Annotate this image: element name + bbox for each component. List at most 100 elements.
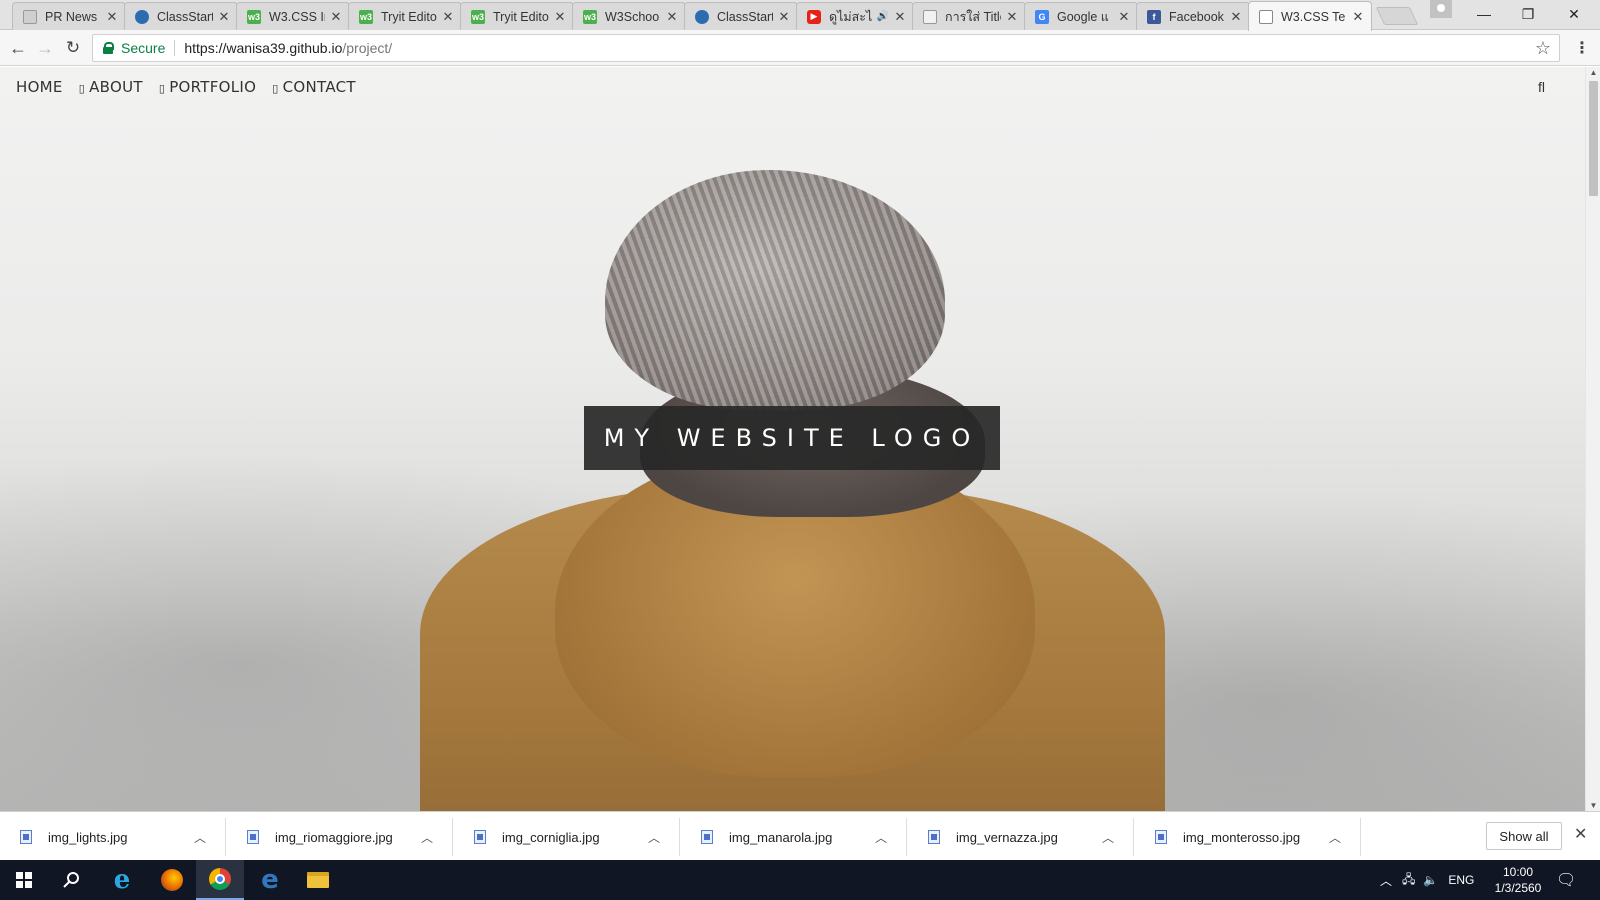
edge-icon[interactable]: e [246,860,294,900]
nav-contact[interactable]: ▯ CONTACT [272,78,356,96]
nav-about[interactable]: ▯ ABOUT [79,78,143,96]
image-file-icon [1155,830,1167,844]
nav-home[interactable]: HOME [16,78,63,96]
close-tab-icon[interactable]: ✕ [665,9,679,25]
restore-icon[interactable]: ❐ [1506,0,1550,28]
lock-icon [103,42,114,54]
forward-arrow-icon[interactable]: → [33,36,57,60]
chevron-up-icon[interactable]: ︿ [1095,829,1121,846]
tab-title: W3.CSS In [269,9,325,24]
tab-pr-news[interactable]: PR News ✕ [12,2,126,30]
language-indicator[interactable]: ENG [1448,873,1474,887]
show-all-button[interactable]: Show all [1486,822,1562,850]
download-filename: img_riomaggiore.jpg [275,829,393,845]
firefox-icon[interactable] [148,860,196,900]
close-tab-icon[interactable]: ✕ [441,9,455,25]
close-tab-icon[interactable]: ✕ [329,9,343,25]
chevron-up-icon[interactable]: ︿ [414,829,440,846]
page-icon [923,9,937,24]
tab-title-thai[interactable]: การใส่ Title ✕ [912,2,1026,30]
tab-w3schools[interactable]: w3 W3Schoo ✕ [572,2,686,30]
chrome-icon[interactable] [196,860,244,900]
tab-w3css-intro[interactable]: w3 W3.CSS In ✕ [236,2,350,30]
download-item[interactable]: img_manarola.jpg ︿ [681,818,907,856]
bookmark-star-icon[interactable]: ☆ [1535,38,1551,59]
clock-time: 10:00 [1502,865,1534,879]
nav-label: ABOUT [89,78,143,96]
download-item[interactable]: img_lights.jpg ︿ [0,818,226,856]
close-tab-icon[interactable]: ✕ [105,9,119,25]
tab-title: ClassStart [717,9,773,24]
download-filename: img_manarola.jpg [729,829,833,845]
download-item[interactable]: img_corniglia.jpg ︿ [454,818,680,856]
tab-title: Google แ [1057,9,1109,24]
internet-explorer-icon[interactable]: e [98,860,146,900]
tab-title: W3Schoo [605,9,660,24]
chevron-up-icon[interactable]: ︿ [641,829,667,846]
chevron-up-icon[interactable]: ︿ [1322,829,1348,846]
nav-portfolio[interactable]: ▯ PORTFOLIO [159,78,256,96]
file-explorer-icon[interactable] [294,860,342,900]
reload-icon[interactable]: ↻ [61,36,85,60]
download-item[interactable]: img_monterosso.jpg ︿ [1135,818,1361,856]
tab-classstart-2[interactable]: ClassStart ✕ [684,2,798,30]
url-path: /project/ [342,40,393,56]
chevron-up-icon[interactable]: ︿ [868,829,894,846]
tab-tryit-editor-2[interactable]: w3 Tryit Edito ✕ [460,2,574,30]
tab-google[interactable]: G Google แ ✕ [1024,2,1138,30]
chevron-up-icon[interactable]: ︿ [1380,872,1392,889]
close-shelf-icon[interactable]: ✕ [1574,824,1587,844]
w3-icon: w3 [359,9,373,24]
image-file-icon [928,830,940,844]
scroll-up-icon[interactable]: ▲ [1586,68,1600,77]
w3-icon: w3 [247,9,261,24]
close-tab-icon[interactable]: ✕ [1005,9,1019,25]
minimize-icon[interactable]: — [1462,0,1506,28]
close-tab-icon[interactable]: ✕ [893,9,907,25]
more-menu-icon[interactable]: ⋮ [1574,36,1590,60]
scrollbar-thumb[interactable] [1589,81,1598,196]
tab-title: PR News [45,9,98,24]
nav-label: CONTACT [282,78,356,96]
volume-icon[interactable]: 🔈 [1423,873,1438,887]
download-item[interactable]: img_vernazza.jpg ︿ [908,818,1134,856]
tab-title: ดูไม่สะไ [829,9,873,24]
taskbar-clock[interactable]: 10:00 1/3/2560 [1488,864,1548,896]
tab-tryit-editor-1[interactable]: w3 Tryit Edito ✕ [348,2,462,30]
scroll-down-icon[interactable]: ▼ [1586,801,1600,810]
network-icon[interactable]: 🖧 [1402,870,1415,891]
chevron-up-icon[interactable]: ︿ [187,829,213,846]
close-window-icon[interactable]: ✕ [1552,0,1596,28]
tab-classstart[interactable]: ClassStart ✕ [124,2,238,30]
close-tab-icon[interactable]: ✕ [777,9,791,25]
action-center-icon[interactable]: 🗨 [1556,860,1576,900]
tab-title: การใส่ Title [945,9,1001,24]
windows-start-icon[interactable] [0,860,48,900]
back-arrow-icon[interactable]: ← [6,36,30,60]
search-icon[interactable] [48,860,96,900]
url-host: https://wanisa39.github.io [184,40,343,56]
download-filename: img_corniglia.jpg [502,829,600,845]
tab-youtube[interactable]: ▶ ดูไม่สะไ 🔊 ✕ [796,2,914,30]
tab-facebook[interactable]: f Facebook ✕ [1136,2,1250,30]
image-file-icon [247,830,259,844]
close-tab-icon[interactable]: ✕ [1117,9,1131,25]
vertical-scrollbar[interactable]: ▲ ▼ [1585,67,1600,811]
download-item[interactable]: img_riomaggiore.jpg ︿ [227,818,453,856]
tab-title: W3.CSS Te [1281,9,1346,24]
close-tab-icon[interactable]: ✕ [1351,9,1365,25]
close-tab-icon[interactable]: ✕ [553,9,567,25]
image-file-icon [701,830,713,844]
search-icon[interactable]: fl [1538,79,1545,95]
tab-title: Tryit Edito [493,9,549,24]
address-bar[interactable]: Secure https://wanisa39.github.io /proje… [92,34,1560,62]
audio-playing-icon[interactable]: 🔊 [877,11,889,22]
profile-icon[interactable] [1430,0,1452,18]
close-tab-icon[interactable]: ✕ [217,9,231,25]
close-tab-icon[interactable]: ✕ [1229,9,1243,25]
nav-label: PORTFOLIO [169,78,257,96]
tab-w3css-template[interactable]: W3.CSS Te ✕ [1248,1,1372,31]
image-file-icon [474,830,486,844]
new-tab-button[interactable] [1375,7,1419,25]
envelope-icon: ▯ [272,82,279,95]
